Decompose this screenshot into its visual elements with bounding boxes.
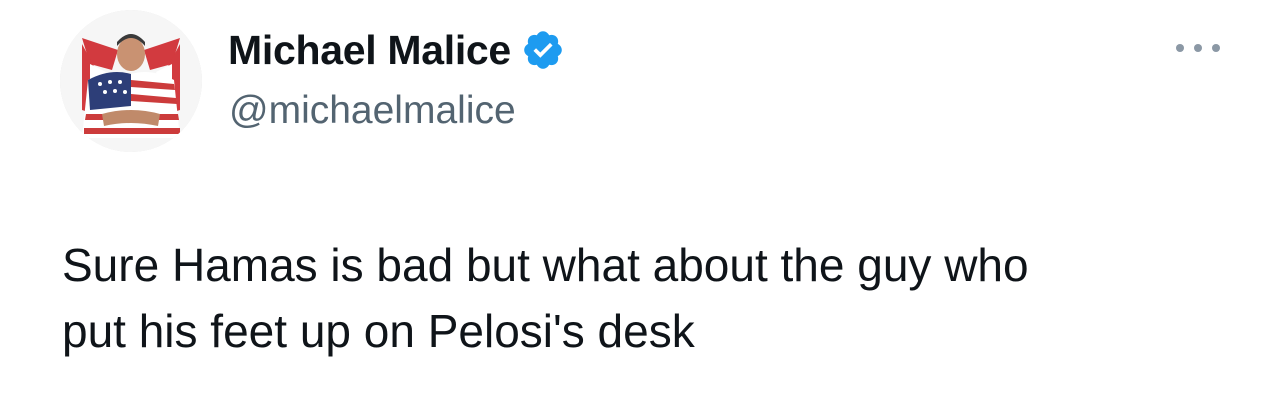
tweet-text-line: put his feet up on Pelosi's desk xyxy=(62,305,695,357)
author-handle[interactable]: @michaelmalice xyxy=(229,86,516,136)
more-dot xyxy=(1176,44,1184,52)
author-display-name[interactable]: Michael Malice xyxy=(228,24,511,76)
avatar-image xyxy=(60,10,202,152)
tweet-text: Sure Hamas is bad but what about the guy… xyxy=(62,232,1242,364)
tweet-card: Michael Malice @michaelmalice Sure Hamas… xyxy=(0,0,1284,420)
more-dot xyxy=(1194,44,1202,52)
avatar[interactable] xyxy=(60,10,202,152)
author-name-row: Michael Malice xyxy=(228,24,565,76)
more-dot xyxy=(1212,44,1220,52)
tweet-text-line: Sure Hamas is bad but what about the guy… xyxy=(62,239,1029,291)
more-horizontal-icon[interactable] xyxy=(1176,38,1220,58)
verified-badge-icon xyxy=(521,28,565,72)
